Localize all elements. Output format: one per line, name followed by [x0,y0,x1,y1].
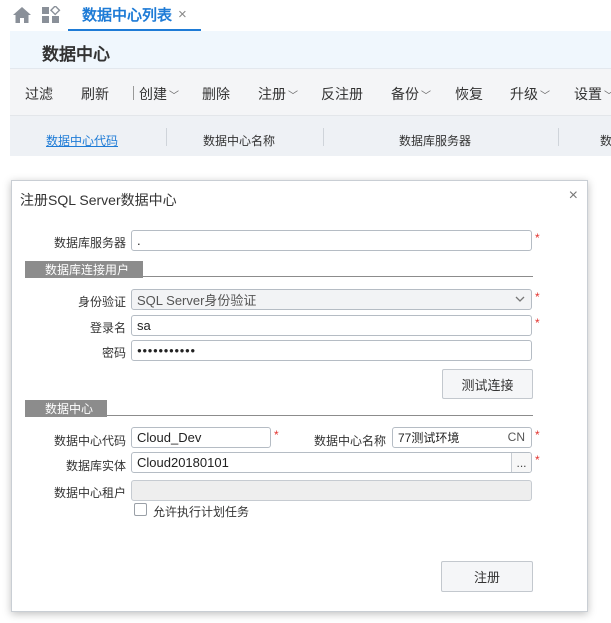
backup-button[interactable]: 备份 ﹀ [391,84,431,104]
page-title: 数据中心 [42,45,110,64]
column-header-truncated[interactable]: 数 [600,132,611,149]
register-menu-label: 注册 [258,86,286,102]
unregister-button[interactable]: 反注册 [321,84,363,104]
auth-select[interactable]: SQL Server身份验证 [131,289,532,310]
dc-code-input[interactable]: Cloud_Dev [131,427,271,448]
register-sqlserver-dialog: 注册SQL Server数据中心 × 数据库服务器 . * 数据库连接用户 身份… [11,180,588,612]
auth-label: 身份验证 [77,295,126,309]
required-mark: * [535,316,540,330]
grid-header: 数据中心代码 数据中心名称 数据库服务器 数 [10,116,611,156]
create-label: 创建 [139,86,167,102]
section-divider [25,276,533,277]
refresh-button[interactable]: 刷新 [81,84,109,104]
column-header-db-server[interactable]: 数据库服务器 [399,132,471,149]
close-icon[interactable]: × [569,187,578,205]
register-menu-button[interactable]: 注册 ﹀ [258,84,298,104]
required-mark: * [535,290,540,304]
tenant-label: 数据中心租户 [53,486,126,500]
required-mark: * [535,453,540,467]
required-mark: * [274,428,279,442]
browse-button[interactable]: ... [511,453,531,472]
db-server-input[interactable]: . [131,230,532,251]
allow-schedule-checkbox[interactable] [134,503,147,516]
chevron-down-icon: ﹀ [288,91,298,102]
login-label: 登录名 [89,321,126,335]
section-datacenter: 数据中心 [25,400,533,417]
section-divider [25,415,533,416]
chevron-down-icon: ﹀ [169,91,179,102]
dc-code-label: 数据中心代码 [53,434,126,448]
login-input[interactable]: sa [131,315,532,336]
dc-name-label: 数据中心名称 [313,434,386,448]
required-mark: * [535,231,540,245]
tab-bar: 数据中心列表 × [0,0,611,31]
test-connection-button[interactable]: 测试连接 [442,369,533,399]
backup-label: 备份 [391,86,419,102]
tab-datacenter-list[interactable]: 数据中心列表 × [68,0,201,31]
upgrade-button[interactable]: 升级 ﹀ [510,84,550,104]
tab-label: 数据中心列表 [82,7,173,24]
dc-name-input[interactable]: 77测试环境 CN [392,427,532,448]
chevron-down-icon: ﹀ [421,91,431,102]
settings-button[interactable]: 设置﹀ [574,84,611,104]
create-button[interactable]: 创建 ﹀ [139,84,179,104]
db-entity-value: Cloud20180101 [137,455,229,470]
chevron-down-icon: ﹀ [604,91,611,102]
required-mark: * [535,428,540,442]
column-header-dc-name[interactable]: 数据中心名称 [203,132,275,149]
delete-button[interactable]: 删除 [202,84,230,104]
language-badge[interactable]: CN [508,430,525,444]
db-entity-label: 数据库实体 [65,459,126,473]
column-divider[interactable] [558,128,559,146]
dialog-title: 注册SQL Server数据中心 [20,192,177,208]
dc-name-value: 77测试环境 [398,431,460,445]
chevron-down-icon [515,296,525,302]
tenant-input [131,480,532,501]
auth-select-value: SQL Server身份验证 [137,293,257,308]
db-server-label: 数据库服务器 [53,236,126,250]
tab-close-icon[interactable]: × [178,6,187,23]
chevron-down-icon: ﹀ [540,91,550,102]
column-divider[interactable] [323,128,324,146]
register-button[interactable]: 注册 [441,561,533,592]
section-db-user: 数据库连接用户 [25,261,533,278]
db-entity-input[interactable]: Cloud20180101 ... [131,452,532,473]
settings-label: 设置 [574,86,602,102]
upgrade-label: 升级 [510,86,538,102]
password-input[interactable]: ●●●●●●●●●●● [131,340,532,361]
page-header: 数据中心 [10,31,611,69]
filter-button[interactable]: 过滤 [25,84,53,104]
password-label: 密码 [101,346,126,360]
column-divider[interactable] [166,128,167,146]
apps-icon[interactable] [41,6,61,24]
restore-button[interactable]: 恢复 [455,84,483,104]
toolbar: 过滤 刷新 创建﹀ 删除 注册﹀ 反注册 备份﹀ 恢复 升级﹀ 设置﹀ [10,69,611,116]
column-header-dc-code[interactable]: 数据中心代码 [46,132,118,149]
home-icon[interactable] [12,6,32,24]
allow-schedule-label[interactable]: 允许执行计划任务 [153,503,249,520]
toolbar-divider [133,86,134,100]
